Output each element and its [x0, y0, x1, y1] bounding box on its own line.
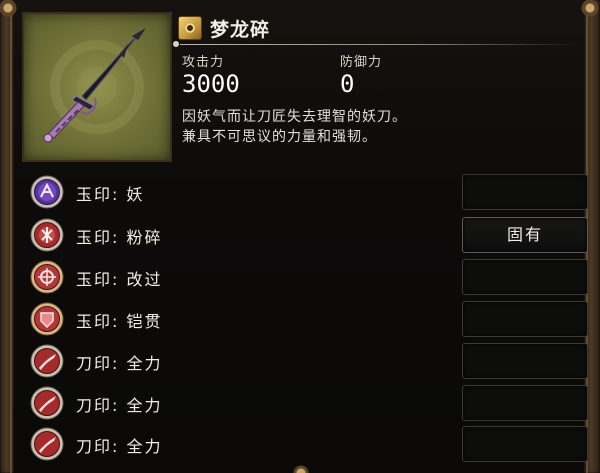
bottom-ornament [286, 463, 316, 473]
weapon-description: 因妖气而让刀匠失去理智的妖刀。 兼具不可思议的力量和强韧。 [182, 107, 572, 147]
seal-slot[interactable] [462, 385, 588, 421]
red-shatter-seal-icon [30, 218, 64, 252]
slot-text: 固有 [506, 225, 543, 244]
seal-slot-innate[interactable]: 固有 [462, 217, 588, 253]
seal-row[interactable]: 刀印: 全力 [30, 385, 588, 421]
seal-slot[interactable] [462, 259, 588, 295]
seal-row[interactable]: 玉印: 粉碎 固有 [30, 217, 588, 253]
seal-name: 玉印: 粉碎 [76, 228, 163, 247]
left-ornate-border [0, 0, 14, 473]
sword-icon [43, 28, 146, 143]
defense-value: 0 [340, 70, 355, 98]
description-line: 兼具不可思议的力量和强韧。 [182, 129, 377, 145]
seal-name: 刀印: 全力 [76, 396, 163, 415]
weapon-image [22, 12, 172, 162]
seal-row[interactable]: 刀印: 全力 [30, 426, 588, 462]
weapon-title: 梦龙碎 [178, 14, 270, 42]
red-reform-seal-icon [30, 260, 64, 294]
red-blade-seal-icon [30, 427, 64, 461]
purple-demon-seal-icon [30, 175, 64, 209]
attack-value: 3000 [182, 70, 240, 98]
weapon-name: 梦龙碎 [210, 18, 271, 41]
seal-slot[interactable] [462, 426, 588, 462]
gold-weapon-rank-icon [178, 16, 202, 40]
red-armor-pierce-seal-icon [30, 302, 64, 336]
seal-row[interactable]: 玉印: 妖 [30, 174, 588, 210]
seal-slot[interactable] [462, 174, 588, 210]
corner-ornament [576, 0, 600, 20]
seal-name: 玉印: 妖 [76, 185, 145, 204]
seal-row[interactable]: 刀印: 全力 [30, 343, 588, 379]
attack-label: 攻击力 [182, 55, 225, 70]
defense-label: 防御力 [340, 55, 383, 70]
title-divider [180, 44, 580, 45]
divider-dot [173, 41, 179, 47]
red-blade-seal-icon [30, 386, 64, 420]
red-blade-seal-icon [30, 344, 64, 378]
seal-name: 刀印: 全力 [76, 437, 163, 456]
seal-slot[interactable] [462, 301, 588, 337]
description-line: 因妖气而让刀匠失去理智的妖刀。 [182, 109, 407, 125]
weapon-detail-panel: 梦龙碎 攻击力 防御力 3000 0 因妖气而让刀匠失去理智的妖刀。 兼具不可思… [0, 0, 600, 473]
seal-row[interactable]: 玉印: 改过 [30, 259, 588, 295]
corner-ornament [0, 0, 20, 20]
seal-slot[interactable] [462, 343, 588, 379]
seal-name: 玉印: 改过 [76, 270, 163, 289]
seal-row[interactable]: 玉印: 铠贯 [30, 301, 588, 337]
seal-name: 玉印: 铠贯 [76, 312, 163, 331]
seal-name: 刀印: 全力 [76, 354, 163, 373]
